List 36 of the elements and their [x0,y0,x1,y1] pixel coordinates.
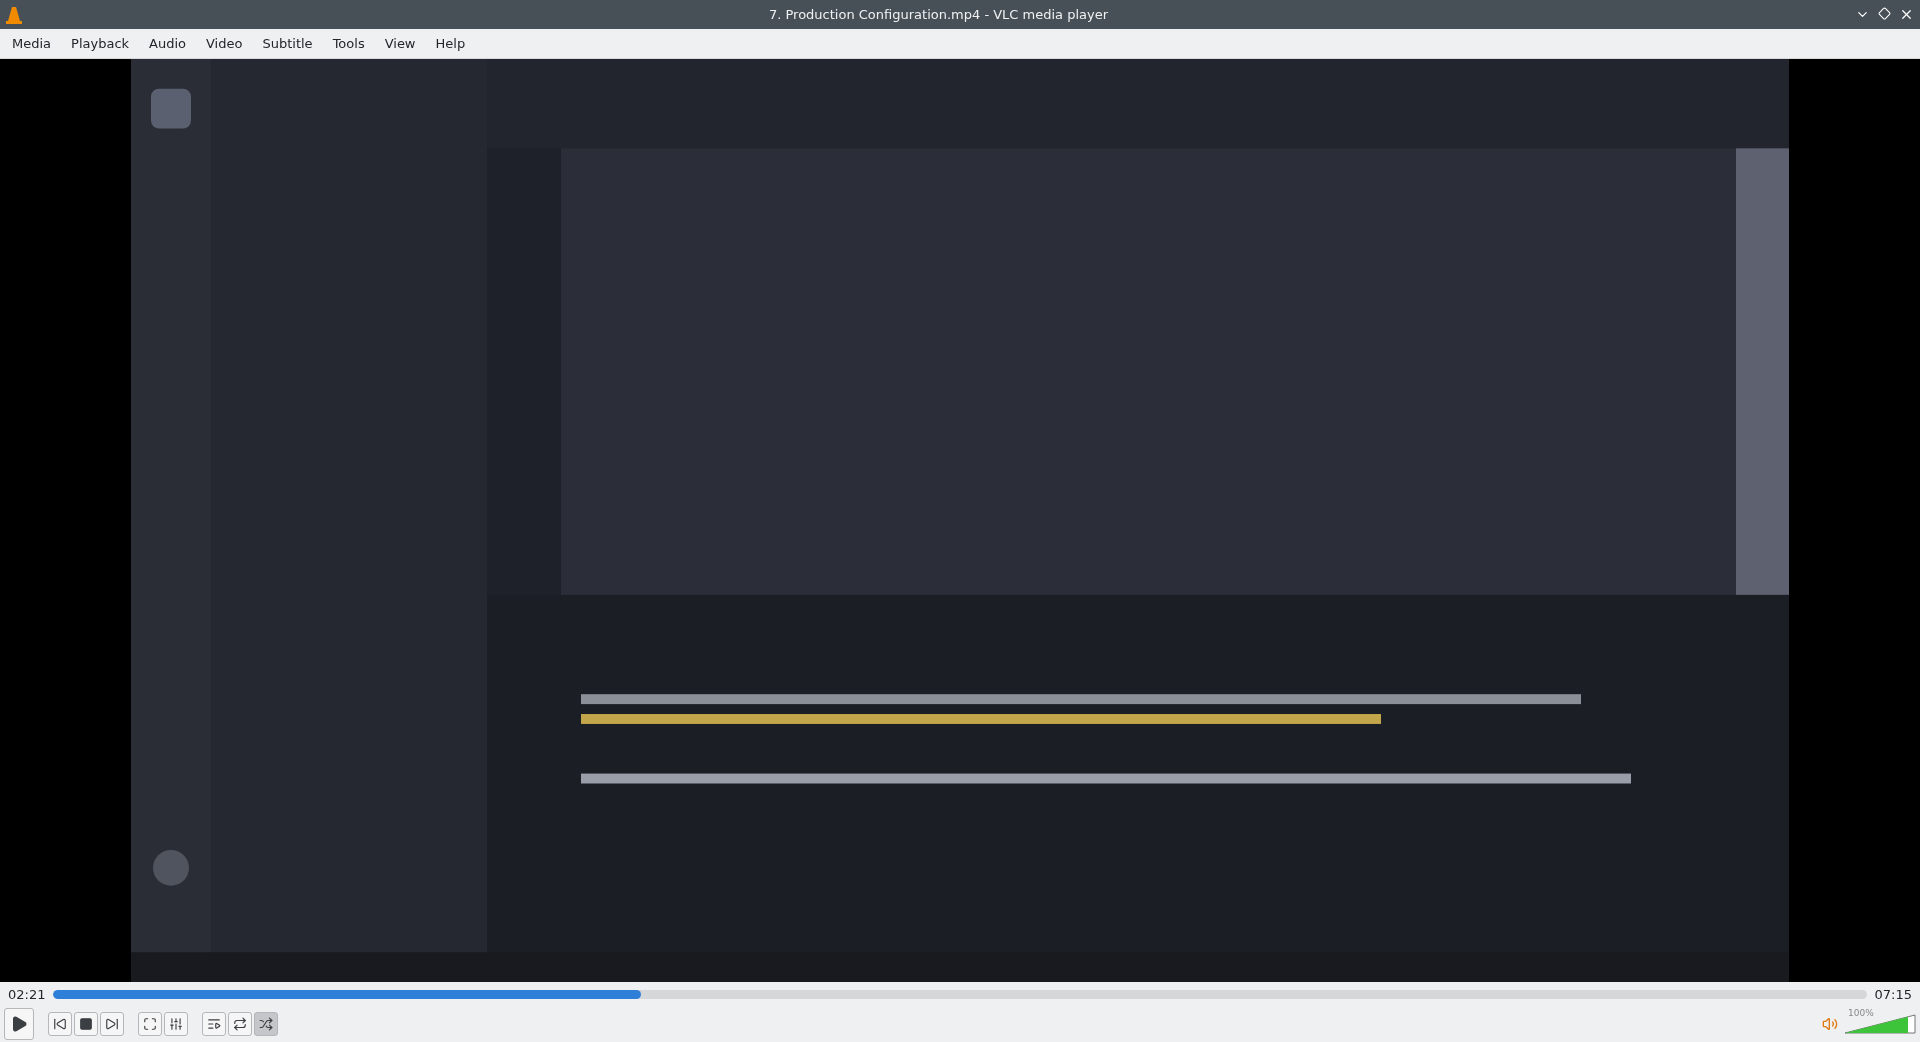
total-time: 07:15 [1874,986,1912,1002]
play-icon [10,1015,28,1033]
volume-slider[interactable] [1844,1014,1916,1034]
stop-button[interactable] [74,1012,98,1036]
previous-icon [53,1017,67,1031]
menu-item[interactable]: Audio [139,32,196,55]
shuffle-button[interactable] [254,1012,278,1036]
seek-bar[interactable] [53,989,1867,999]
menu-item[interactable]: Subtitle [252,32,323,55]
menu-item[interactable]: Help [425,32,476,55]
previous-button[interactable] [48,1012,72,1036]
equalizer-icon [169,1017,183,1031]
volume-reading: 100% [1848,1008,1874,1018]
menu-item[interactable]: Media [2,32,62,55]
menu-item[interactable]: Tools [322,32,375,55]
menu-item[interactable]: View [374,32,426,55]
menu-item[interactable]: Video [196,32,253,55]
equalizer-button[interactable] [164,1012,188,1036]
traffic-cone-icon [6,5,22,24]
maximize-icon[interactable] [1878,7,1891,20]
shuffle-icon [259,1017,273,1031]
stop-icon [79,1017,93,1031]
loop-icon [233,1017,247,1031]
next-button[interactable] [100,1012,124,1036]
playlist-button[interactable] [202,1012,226,1036]
close-icon[interactable] [1899,7,1914,22]
play-button[interactable] [4,1008,34,1040]
window-title: 7. Production Configuration.mp4 - VLC media player [767,7,1110,22]
fullscreen-button[interactable] [138,1012,162,1036]
fullscreen-icon [143,1017,157,1031]
next-icon [105,1017,119,1031]
loop-button[interactable] [228,1012,252,1036]
speaker-icon[interactable] [1822,1016,1838,1032]
elapsed-time: 02:21 [8,986,46,1002]
menu-item[interactable]: Playback [61,32,140,55]
playlist-icon [207,1017,221,1031]
